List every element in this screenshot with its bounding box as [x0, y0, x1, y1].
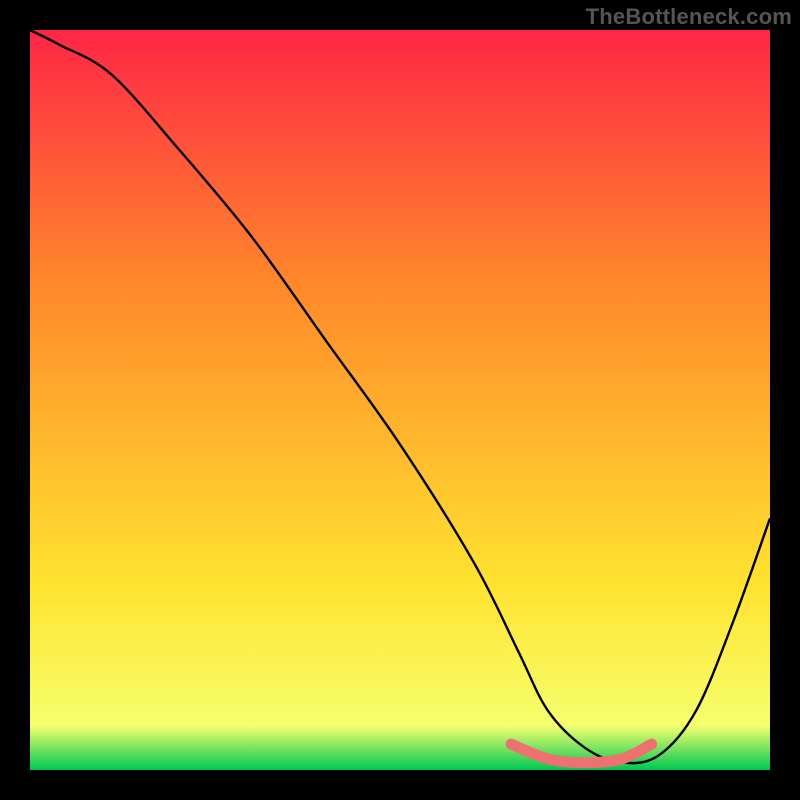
plot-background [30, 30, 770, 770]
chart-container: TheBottleneck.com [0, 0, 800, 800]
watermark-text: TheBottleneck.com [586, 4, 792, 30]
chart-canvas [30, 30, 770, 770]
